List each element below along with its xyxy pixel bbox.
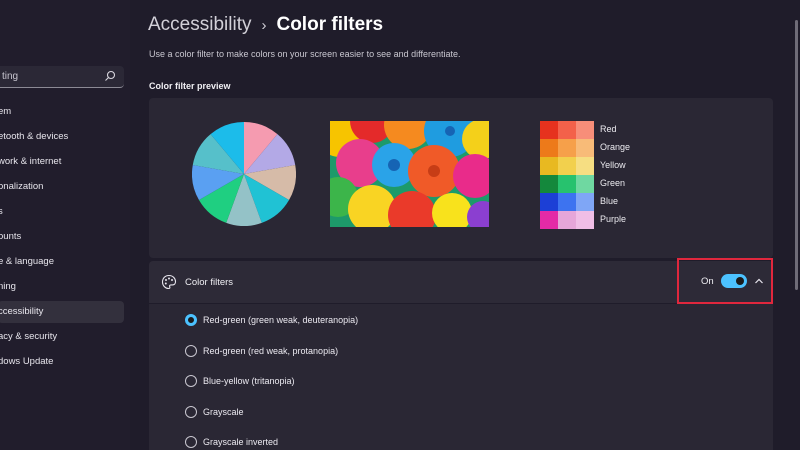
color-filters-header[interactable]: Color filters On xyxy=(149,258,773,304)
sidebar-item-time-language[interactable]: e & language xyxy=(0,251,124,273)
swatch xyxy=(540,139,558,157)
sidebar-item-system[interactable]: em xyxy=(0,101,124,123)
radio-button[interactable] xyxy=(185,375,197,387)
search-input[interactable]: ting xyxy=(0,66,124,88)
swatch xyxy=(540,175,558,193)
toggle-highlight-box: On xyxy=(677,258,773,304)
color-filter-options: Red-green (green weak, deuteranopia) Red… xyxy=(149,304,773,450)
radio-option-deuteranopia[interactable]: Red-green (green weak, deuteranopia) xyxy=(185,312,585,328)
swatch-label: Blue xyxy=(600,196,619,206)
page-title: Color filters xyxy=(276,14,384,35)
color-filter-preview: Red Orange Yellow Green Blue Purple xyxy=(149,98,773,258)
radio-button[interactable] xyxy=(185,406,197,418)
radio-option-label: Red-green (green weak, deuteranopia) xyxy=(203,315,359,325)
swatch-label: Orange xyxy=(600,142,631,152)
swatch xyxy=(558,121,576,139)
sidebar-item-privacy-security[interactable]: acy & security xyxy=(0,326,124,348)
color-filters-label: Color filters xyxy=(185,277,234,288)
swatch xyxy=(576,211,594,229)
swatch xyxy=(558,193,576,211)
palette-icon xyxy=(161,274,177,290)
radio-option-label: Grayscale xyxy=(203,407,244,417)
search-input-value: ting xyxy=(2,71,19,82)
swatch-row-blue: Blue xyxy=(540,193,660,211)
swatch xyxy=(540,121,558,139)
toggle-knob xyxy=(736,277,744,285)
radio-option-tritanopia[interactable]: Blue-yellow (tritanopia) xyxy=(185,373,585,389)
radio-option-label: Grayscale inverted xyxy=(203,437,279,447)
swatch-label: Green xyxy=(600,178,626,188)
color-filters-toggle[interactable] xyxy=(721,274,747,288)
colorful-umbrellas-image xyxy=(330,121,489,227)
sidebar-item-personalization[interactable]: onalization xyxy=(0,176,124,198)
sidebar-item-apps[interactable]: s xyxy=(0,201,124,223)
sidebar-item-accounts[interactable]: ounts xyxy=(0,226,124,248)
swatch xyxy=(576,139,594,157)
swatch xyxy=(558,157,576,175)
sidebar-item-label: ccessibility xyxy=(0,306,44,317)
swatch xyxy=(576,157,594,175)
swatch-label: Yellow xyxy=(600,160,626,170)
sidebar-item-windows-update[interactable]: dows Update xyxy=(0,351,124,373)
breadcrumb-separator: › xyxy=(261,17,267,34)
swatch xyxy=(558,211,576,229)
color-wheel-image xyxy=(192,122,296,226)
sidebar: ting em etooth & devices work & internet… xyxy=(0,0,130,450)
swatch xyxy=(558,175,576,193)
radio-button[interactable] xyxy=(185,436,197,448)
swatch-row-yellow: Yellow xyxy=(540,157,660,175)
search-icon[interactable] xyxy=(104,70,116,82)
sidebar-item-label: ning xyxy=(0,281,16,292)
radio-button[interactable] xyxy=(185,345,197,357)
radio-option-label: Blue-yellow (tritanopia) xyxy=(203,376,295,386)
sidebar-item-label: em xyxy=(0,106,12,117)
radio-option-protanopia[interactable]: Red-green (red weak, protanopia) xyxy=(185,343,585,359)
sidebar-item-accessibility[interactable]: ccessibility xyxy=(0,301,124,323)
radio-option-grayscale[interactable]: Grayscale xyxy=(185,404,585,420)
sidebar-item-label: s xyxy=(0,206,3,217)
sidebar-item-label: work & internet xyxy=(0,156,62,167)
swatch-row-green: Green xyxy=(540,175,660,193)
swatch xyxy=(540,157,558,175)
swatch xyxy=(576,121,594,139)
swatch xyxy=(540,193,558,211)
page-description: Use a color filter to make colors on you… xyxy=(149,49,461,59)
swatch xyxy=(558,139,576,157)
sidebar-item-bluetooth[interactable]: etooth & devices xyxy=(0,126,124,148)
breadcrumb-parent[interactable]: Accessibility xyxy=(148,14,251,35)
radio-option-label: Red-green (red weak, protanopia) xyxy=(203,346,339,356)
sidebar-item-label: ounts xyxy=(0,231,22,242)
sidebar-item-label: dows Update xyxy=(0,356,54,367)
sidebar-item-label: acy & security xyxy=(0,331,58,342)
swatch xyxy=(540,211,558,229)
toggle-state-label: On xyxy=(701,276,714,287)
radio-button[interactable] xyxy=(185,314,197,326)
preview-title: Color filter preview xyxy=(149,81,231,91)
radio-option-grayscale-inverted[interactable]: Grayscale inverted xyxy=(185,434,585,450)
swatch-row-orange: Orange xyxy=(540,139,660,157)
swatch-label: Red xyxy=(600,124,617,134)
swatch xyxy=(576,193,594,211)
sidebar-item-label: etooth & devices xyxy=(0,131,69,142)
breadcrumb: Accessibility › Color filters xyxy=(148,14,383,36)
swatch-row-purple: Purple xyxy=(540,211,660,229)
chevron-up-icon[interactable] xyxy=(753,275,765,287)
swatch-row-red: Red xyxy=(540,121,660,139)
main-content: Accessibility › Color filters Use a color … xyxy=(130,0,800,450)
scrollbar[interactable] xyxy=(795,20,798,290)
sidebar-item-gaming[interactable]: ning xyxy=(0,276,124,298)
sidebar-item-label: e & language xyxy=(0,256,54,267)
swatch-label: Purple xyxy=(600,214,627,224)
swatch xyxy=(576,175,594,193)
sidebar-item-network[interactable]: work & internet xyxy=(0,151,124,173)
sidebar-item-label: onalization xyxy=(0,181,44,192)
